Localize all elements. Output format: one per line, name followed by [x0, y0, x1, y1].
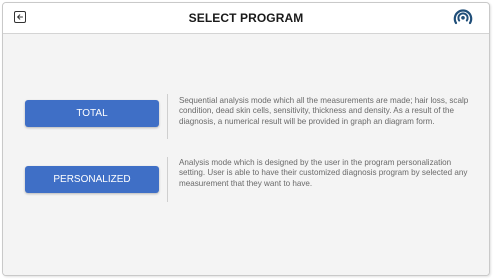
program-list: TOTAL Sequential analysis mode which all…	[3, 34, 489, 275]
total-program-description: Sequential analysis mode which all the m…	[179, 96, 469, 126]
divider	[167, 157, 168, 202]
app-window: SELECT PROGRAM TOTAL Sequential analysis…	[2, 2, 490, 276]
header-bar: SELECT PROGRAM	[3, 3, 489, 34]
personalized-program-button[interactable]: PERSONALIZED	[25, 166, 159, 193]
personalized-program-description: Analysis mode which is designed by the u…	[179, 158, 468, 188]
total-program-button[interactable]: TOTAL	[25, 100, 159, 127]
concentric-arc-logo	[453, 9, 473, 25]
page-title: SELECT PROGRAM	[188, 11, 304, 25]
divider	[167, 94, 168, 139]
